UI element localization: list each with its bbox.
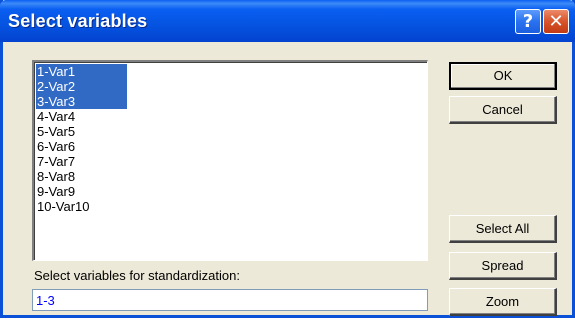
title-bar[interactable]: Select variables ? ✕ <box>0 0 575 42</box>
spread-button[interactable]: Spread <box>449 252 557 280</box>
list-item-var2[interactable]: 2-Var2 <box>36 79 127 94</box>
select-all-button[interactable]: Select All <box>449 215 557 243</box>
list-item-var10[interactable]: 10-Var10 <box>36 199 127 214</box>
zoom-button[interactable]: Zoom <box>449 288 557 316</box>
list-item-var8[interactable]: 8-Var8 <box>36 169 127 184</box>
close-icon[interactable]: ✕ <box>543 9 569 34</box>
variables-selection-field[interactable] <box>32 289 428 311</box>
list-item-var1[interactable]: 1-Var1 <box>36 64 127 79</box>
list-item-var6[interactable]: 6-Var6 <box>36 139 127 154</box>
cancel-button[interactable]: Cancel <box>449 96 557 124</box>
help-icon[interactable]: ? <box>515 9 541 34</box>
list-item-var4[interactable]: 4-Var4 <box>36 109 127 124</box>
list-item-var7[interactable]: 7-Var7 <box>36 154 127 169</box>
list-item-var5[interactable]: 5-Var5 <box>36 124 127 139</box>
variables-listbox[interactable]: 1-Var1 2-Var2 3-Var3 4-Var4 5-Var5 6-Var… <box>32 60 428 261</box>
list-item-var3[interactable]: 3-Var3 <box>36 94 127 109</box>
list-item-var9[interactable]: 9-Var9 <box>36 184 127 199</box>
standardization-label: Select variables for standardization: <box>34 268 240 283</box>
window-title: Select variables <box>8 11 148 31</box>
ok-button[interactable]: OK <box>449 62 557 90</box>
